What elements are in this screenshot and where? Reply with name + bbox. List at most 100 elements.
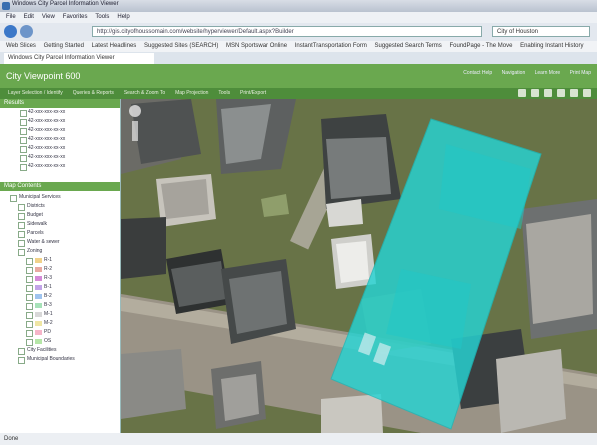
menu-help[interactable]: Help: [117, 14, 129, 20]
aerial-map[interactable]: [121, 99, 597, 433]
pan-icon[interactable]: [544, 89, 553, 97]
fav-item[interactable]: Getting Started: [44, 43, 84, 49]
map-contents-header: Map Contents: [0, 182, 120, 191]
menu-favorites[interactable]: Favorites: [63, 14, 88, 20]
layer-node[interactable]: R-2: [0, 265, 120, 274]
checkbox-icon[interactable]: [26, 267, 33, 274]
header-link[interactable]: Contact Help: [463, 70, 492, 76]
toolbar-item[interactable]: Layer Selection / Identify: [8, 90, 63, 96]
layer-label: B-3: [44, 302, 52, 308]
checkbox-icon[interactable]: [26, 276, 33, 283]
checkbox-icon[interactable]: [18, 231, 25, 238]
layer-node[interactable]: B-3: [0, 301, 120, 310]
result-row[interactable]: 42-xxx-xxx-xx-xx: [0, 135, 120, 144]
checkbox-icon[interactable]: [18, 249, 25, 256]
result-row[interactable]: 42-xxx-xxx-xx-xx: [0, 153, 120, 162]
result-row[interactable]: 42-xxx-xxx-xx-xx: [0, 117, 120, 126]
layer-node[interactable]: Sidewalk: [0, 220, 120, 229]
identify-icon[interactable]: [557, 89, 566, 97]
header-link[interactable]: Learn More: [535, 70, 561, 76]
legend-swatch: [35, 312, 42, 317]
toolbar-item[interactable]: Queries & Reports: [73, 90, 114, 96]
checkbox-icon[interactable]: [26, 285, 33, 292]
layer-node[interactable]: OS: [0, 337, 120, 346]
layer-label: M-1: [44, 311, 53, 317]
browser-tab[interactable]: Windows City Parcel Information Viewer: [4, 53, 154, 64]
zoom-in-icon[interactable]: [518, 89, 527, 97]
checkbox-icon[interactable]: [18, 348, 25, 355]
checkbox-icon[interactable]: [18, 222, 25, 229]
header-link[interactable]: Navigation: [502, 70, 526, 76]
zoom-out-icon[interactable]: [531, 89, 540, 97]
checkbox-icon[interactable]: [26, 312, 33, 319]
fav-item[interactable]: InstantTransportation Form: [295, 43, 367, 49]
legend-swatch: [35, 339, 42, 344]
menu-file[interactable]: File: [6, 14, 16, 20]
toolbar-item[interactable]: Print/Export: [240, 90, 266, 96]
fav-item[interactable]: Suggested Search Terms: [375, 43, 442, 49]
forward-button[interactable]: [20, 25, 33, 38]
print-icon[interactable]: [583, 89, 591, 97]
search-box[interactable]: City of Houston: [492, 26, 590, 37]
layer-node[interactable]: M-1: [0, 310, 120, 319]
menu-view[interactable]: View: [42, 14, 55, 20]
fav-item[interactable]: Enabling Instant History: [520, 43, 583, 49]
fav-item[interactable]: MSN Sportswar Online: [226, 43, 287, 49]
favorites-bar: Web Slices Getting Started Latest Headli…: [0, 41, 597, 52]
result-row[interactable]: 42-xxx-xxx-xx-xx: [0, 144, 120, 153]
checkbox-icon[interactable]: [10, 195, 17, 202]
measure-icon[interactable]: [570, 89, 579, 97]
toolbar-item[interactable]: Map Projection: [175, 90, 208, 96]
checkbox-icon[interactable]: [18, 213, 25, 220]
result-label: 42-xxx-xxx-xx-xx: [28, 109, 66, 115]
checkbox-icon[interactable]: [26, 303, 33, 310]
menu-edit[interactable]: Edit: [24, 14, 34, 20]
checkbox-icon[interactable]: [20, 146, 27, 153]
map-view[interactable]: [121, 99, 597, 433]
fav-item[interactable]: FoundPage - The Move: [449, 43, 512, 49]
layer-node[interactable]: Budget: [0, 211, 120, 220]
layer-label: Municipal Services: [19, 194, 61, 200]
checkbox-icon[interactable]: [20, 164, 27, 171]
checkbox-icon[interactable]: [18, 204, 25, 211]
layer-node[interactable]: City Facilities: [0, 346, 120, 355]
checkbox-icon[interactable]: [20, 110, 27, 117]
checkbox-icon[interactable]: [20, 155, 27, 162]
layer-node[interactable]: Water & sewer: [0, 238, 120, 247]
checkbox-icon[interactable]: [20, 119, 27, 126]
browser-icon: [2, 2, 10, 10]
address-bar[interactable]: http://gis.cityofhoussomain.com/website/…: [92, 26, 482, 37]
checkbox-icon[interactable]: [18, 357, 25, 364]
toolbar-item[interactable]: Search & Zoom To: [124, 90, 165, 96]
result-row[interactable]: 42-xxx-xxx-xx-xx: [0, 126, 120, 135]
result-row[interactable]: 42-xxx-xxx-xx-xx: [0, 162, 120, 171]
browser-title-bar: Windows City Parcel Information Viewer: [0, 0, 597, 12]
fav-item[interactable]: Suggested Sites (SEARCH): [144, 43, 218, 49]
layer-node[interactable]: R-1: [0, 256, 120, 265]
layer-node[interactable]: Municipal Services: [0, 193, 120, 202]
checkbox-icon[interactable]: [26, 330, 33, 337]
layer-node[interactable]: Parcels: [0, 229, 120, 238]
layer-node[interactable]: PD: [0, 328, 120, 337]
toolbar-item[interactable]: Tools: [218, 90, 230, 96]
checkbox-icon[interactable]: [20, 137, 27, 144]
layer-node[interactable]: R-3: [0, 274, 120, 283]
checkbox-icon[interactable]: [26, 294, 33, 301]
checkbox-icon[interactable]: [26, 339, 33, 346]
fav-item[interactable]: Latest Headlines: [92, 43, 137, 49]
layer-node[interactable]: Districts: [0, 202, 120, 211]
result-row[interactable]: 42-xxx-xxx-xx-xx: [0, 108, 120, 117]
header-link[interactable]: Print Map: [570, 70, 591, 76]
checkbox-icon[interactable]: [20, 128, 27, 135]
layer-node[interactable]: Municipal Boundaries: [0, 355, 120, 364]
back-button[interactable]: [4, 25, 17, 38]
layer-node[interactable]: M-2: [0, 319, 120, 328]
layer-node[interactable]: B-2: [0, 292, 120, 301]
layer-node[interactable]: B-1: [0, 283, 120, 292]
checkbox-icon[interactable]: [26, 321, 33, 328]
fav-item[interactable]: Web Slices: [6, 43, 36, 49]
checkbox-icon[interactable]: [26, 258, 33, 265]
checkbox-icon[interactable]: [18, 240, 25, 247]
menu-tools[interactable]: Tools: [95, 14, 109, 20]
layer-node[interactable]: Zoning: [0, 247, 120, 256]
